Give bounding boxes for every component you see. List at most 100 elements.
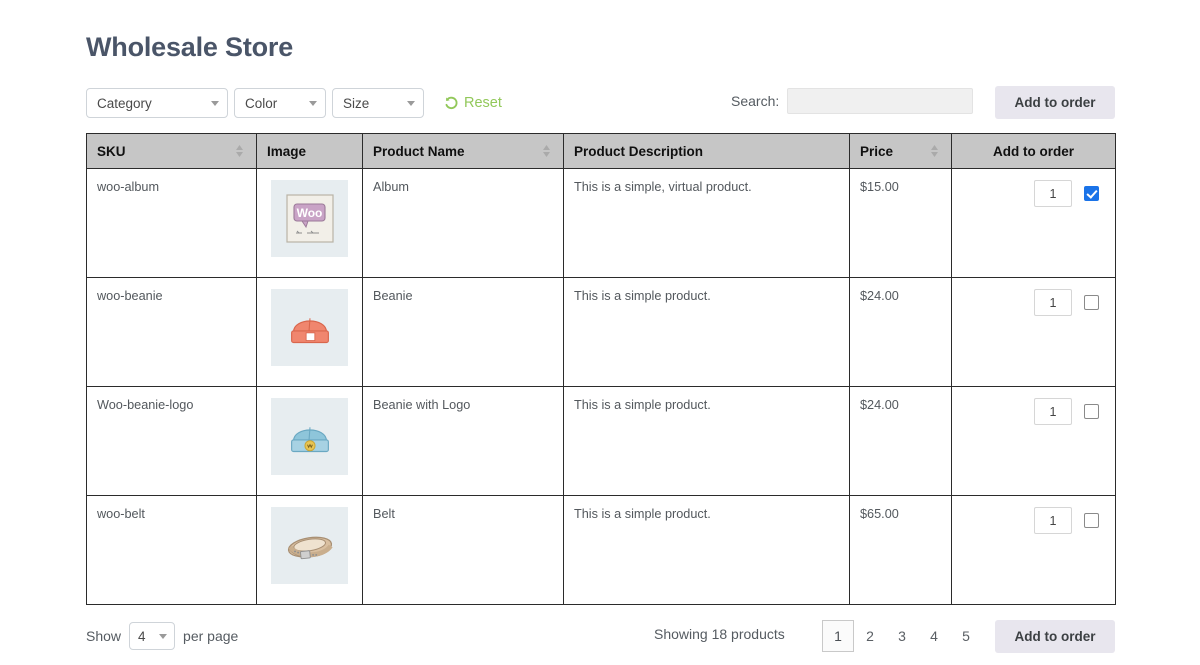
table-footer: Show 4 per page Showing 18 products 1 2 … <box>86 618 1115 658</box>
quantity-input[interactable] <box>1034 507 1072 534</box>
belt-icon <box>287 536 333 559</box>
add-to-order-button-bottom[interactable]: Add to order <box>995 620 1115 653</box>
column-header-image-label: Image <box>267 143 307 159</box>
pagination-page-1[interactable]: 1 <box>822 620 854 652</box>
cell-product-name[interactable]: Belt <box>362 495 564 605</box>
category-filter-select[interactable]: Category <box>86 88 228 118</box>
column-header-add-to-order: Add to order <box>951 133 1116 169</box>
chevron-down-icon <box>309 101 317 106</box>
column-header-price-label: Price <box>860 143 894 159</box>
per-page-select[interactable]: 4 <box>129 622 176 650</box>
column-header-price[interactable]: Price <box>849 133 952 169</box>
column-header-product-description: Product Description <box>563 133 850 169</box>
table-body: woo-album Woo Album This is a simple, vi… <box>86 168 1116 605</box>
cell-price: $24.00 <box>849 277 952 387</box>
table-row: woo-album Woo Album This is a simple, vi… <box>86 168 1116 278</box>
cell-add-to-order <box>951 495 1116 605</box>
quantity-group <box>962 507 1105 534</box>
sort-indicator-icon <box>236 145 243 157</box>
cell-image <box>256 495 363 605</box>
add-to-order-checkbox[interactable] <box>1084 513 1099 528</box>
quantity-input[interactable] <box>1034 180 1072 207</box>
quantity-group <box>962 180 1105 207</box>
table-row: Woo-beanie-logo Beanie with Logo This is… <box>86 386 1116 496</box>
beanie-icon <box>290 317 329 343</box>
cell-price: $24.00 <box>849 386 952 496</box>
cell-add-to-order <box>951 168 1116 278</box>
size-filter-select[interactable]: Size <box>332 88 424 118</box>
chevron-down-icon <box>407 101 415 106</box>
beanie-with-logo-thumbnail[interactable] <box>271 398 348 475</box>
table-head: SKU Image Product Name Product Descripti… <box>86 133 1116 169</box>
column-header-add-to-order-label: Add to order <box>993 143 1074 159</box>
pagination: 1 2 3 4 5 <box>822 620 982 652</box>
cell-add-to-order <box>951 386 1116 496</box>
pagination-page-5[interactable]: 5 <box>950 620 982 652</box>
wholesale-store-page: Wholesale Store Category Color Size Rese… <box>0 0 1200 665</box>
table-row: woo-belt Belt This is a simple product. … <box>86 495 1116 605</box>
cell-product-description: This is a simple product. <box>563 386 850 496</box>
pagination-page-3[interactable]: 3 <box>886 620 918 652</box>
column-header-sku[interactable]: SKU <box>86 133 257 169</box>
pagination-page-4[interactable]: 4 <box>918 620 950 652</box>
column-header-product-name-label: Product Name <box>373 143 465 159</box>
page-title: Wholesale Store <box>86 32 294 63</box>
show-label: Show <box>86 628 122 644</box>
cell-image <box>256 277 363 387</box>
per-page-value: 4 <box>138 628 146 644</box>
add-to-order-checkbox[interactable] <box>1084 186 1099 201</box>
cell-add-to-order <box>951 277 1116 387</box>
products-table-wrapper: SKU Image Product Name Product Descripti… <box>86 133 1116 605</box>
column-header-image: Image <box>256 133 363 169</box>
search-group: Search: <box>731 88 974 114</box>
quantity-group <box>962 398 1105 425</box>
cell-product-name[interactable]: Album <box>362 168 564 278</box>
cell-product-name[interactable]: Beanie with Logo <box>362 386 564 496</box>
quantity-group <box>962 289 1105 316</box>
products-table: SKU Image Product Name Product Descripti… <box>86 133 1116 605</box>
per-page-group: Show 4 per page <box>86 622 238 650</box>
belt-thumbnail[interactable] <box>271 507 348 584</box>
sort-indicator-icon <box>931 145 938 157</box>
cell-price: $15.00 <box>849 168 952 278</box>
per-page-label: per page <box>183 628 239 644</box>
search-input[interactable] <box>787 88 974 114</box>
cell-product-description: This is a simple product. <box>563 495 850 605</box>
add-to-order-button-top[interactable]: Add to order <box>995 86 1115 119</box>
reset-label: Reset <box>464 95 502 111</box>
cell-sku[interactable]: woo-belt <box>86 495 257 605</box>
cell-image <box>256 386 363 496</box>
cell-image: Woo <box>256 168 363 278</box>
quantity-input[interactable] <box>1034 398 1072 425</box>
sort-indicator-icon <box>543 145 550 157</box>
column-header-sku-label: SKU <box>97 143 126 159</box>
filter-group: Category Color Size Reset <box>86 88 502 118</box>
undo-arrow-icon <box>445 96 458 109</box>
color-filter-select[interactable]: Color <box>234 88 326 118</box>
toolbar: Category Color Size Reset Search: Add to… <box>86 86 1115 119</box>
beanie-with-logo-icon <box>290 426 329 452</box>
quantity-input[interactable] <box>1034 289 1072 316</box>
pagination-page-2[interactable]: 2 <box>854 620 886 652</box>
cell-product-description: This is a simple product. <box>563 277 850 387</box>
search-label: Search: <box>731 93 780 109</box>
cell-sku[interactable]: Woo-beanie-logo <box>86 386 257 496</box>
category-filter-label: Category <box>97 95 152 111</box>
add-to-order-checkbox[interactable] <box>1084 404 1099 419</box>
album-thumbnail[interactable]: Woo <box>271 180 348 257</box>
column-header-product-description-label: Product Description <box>574 143 704 159</box>
column-header-product-name[interactable]: Product Name <box>362 133 564 169</box>
cell-product-description: This is a simple, virtual product. <box>563 168 850 278</box>
beanie-thumbnail[interactable] <box>271 289 348 366</box>
cell-sku[interactable]: woo-beanie <box>86 277 257 387</box>
table-header-row: SKU Image Product Name Product Descripti… <box>86 133 1116 169</box>
add-to-order-checkbox[interactable] <box>1084 295 1099 310</box>
reset-filters-link[interactable]: Reset <box>444 95 502 111</box>
cell-sku[interactable]: woo-album <box>86 168 257 278</box>
album-icon: Woo <box>285 193 334 243</box>
size-filter-label: Size <box>343 95 370 111</box>
cell-price: $65.00 <box>849 495 952 605</box>
chevron-down-icon <box>159 634 168 639</box>
svg-text:Woo: Woo <box>296 206 322 220</box>
cell-product-name[interactable]: Beanie <box>362 277 564 387</box>
